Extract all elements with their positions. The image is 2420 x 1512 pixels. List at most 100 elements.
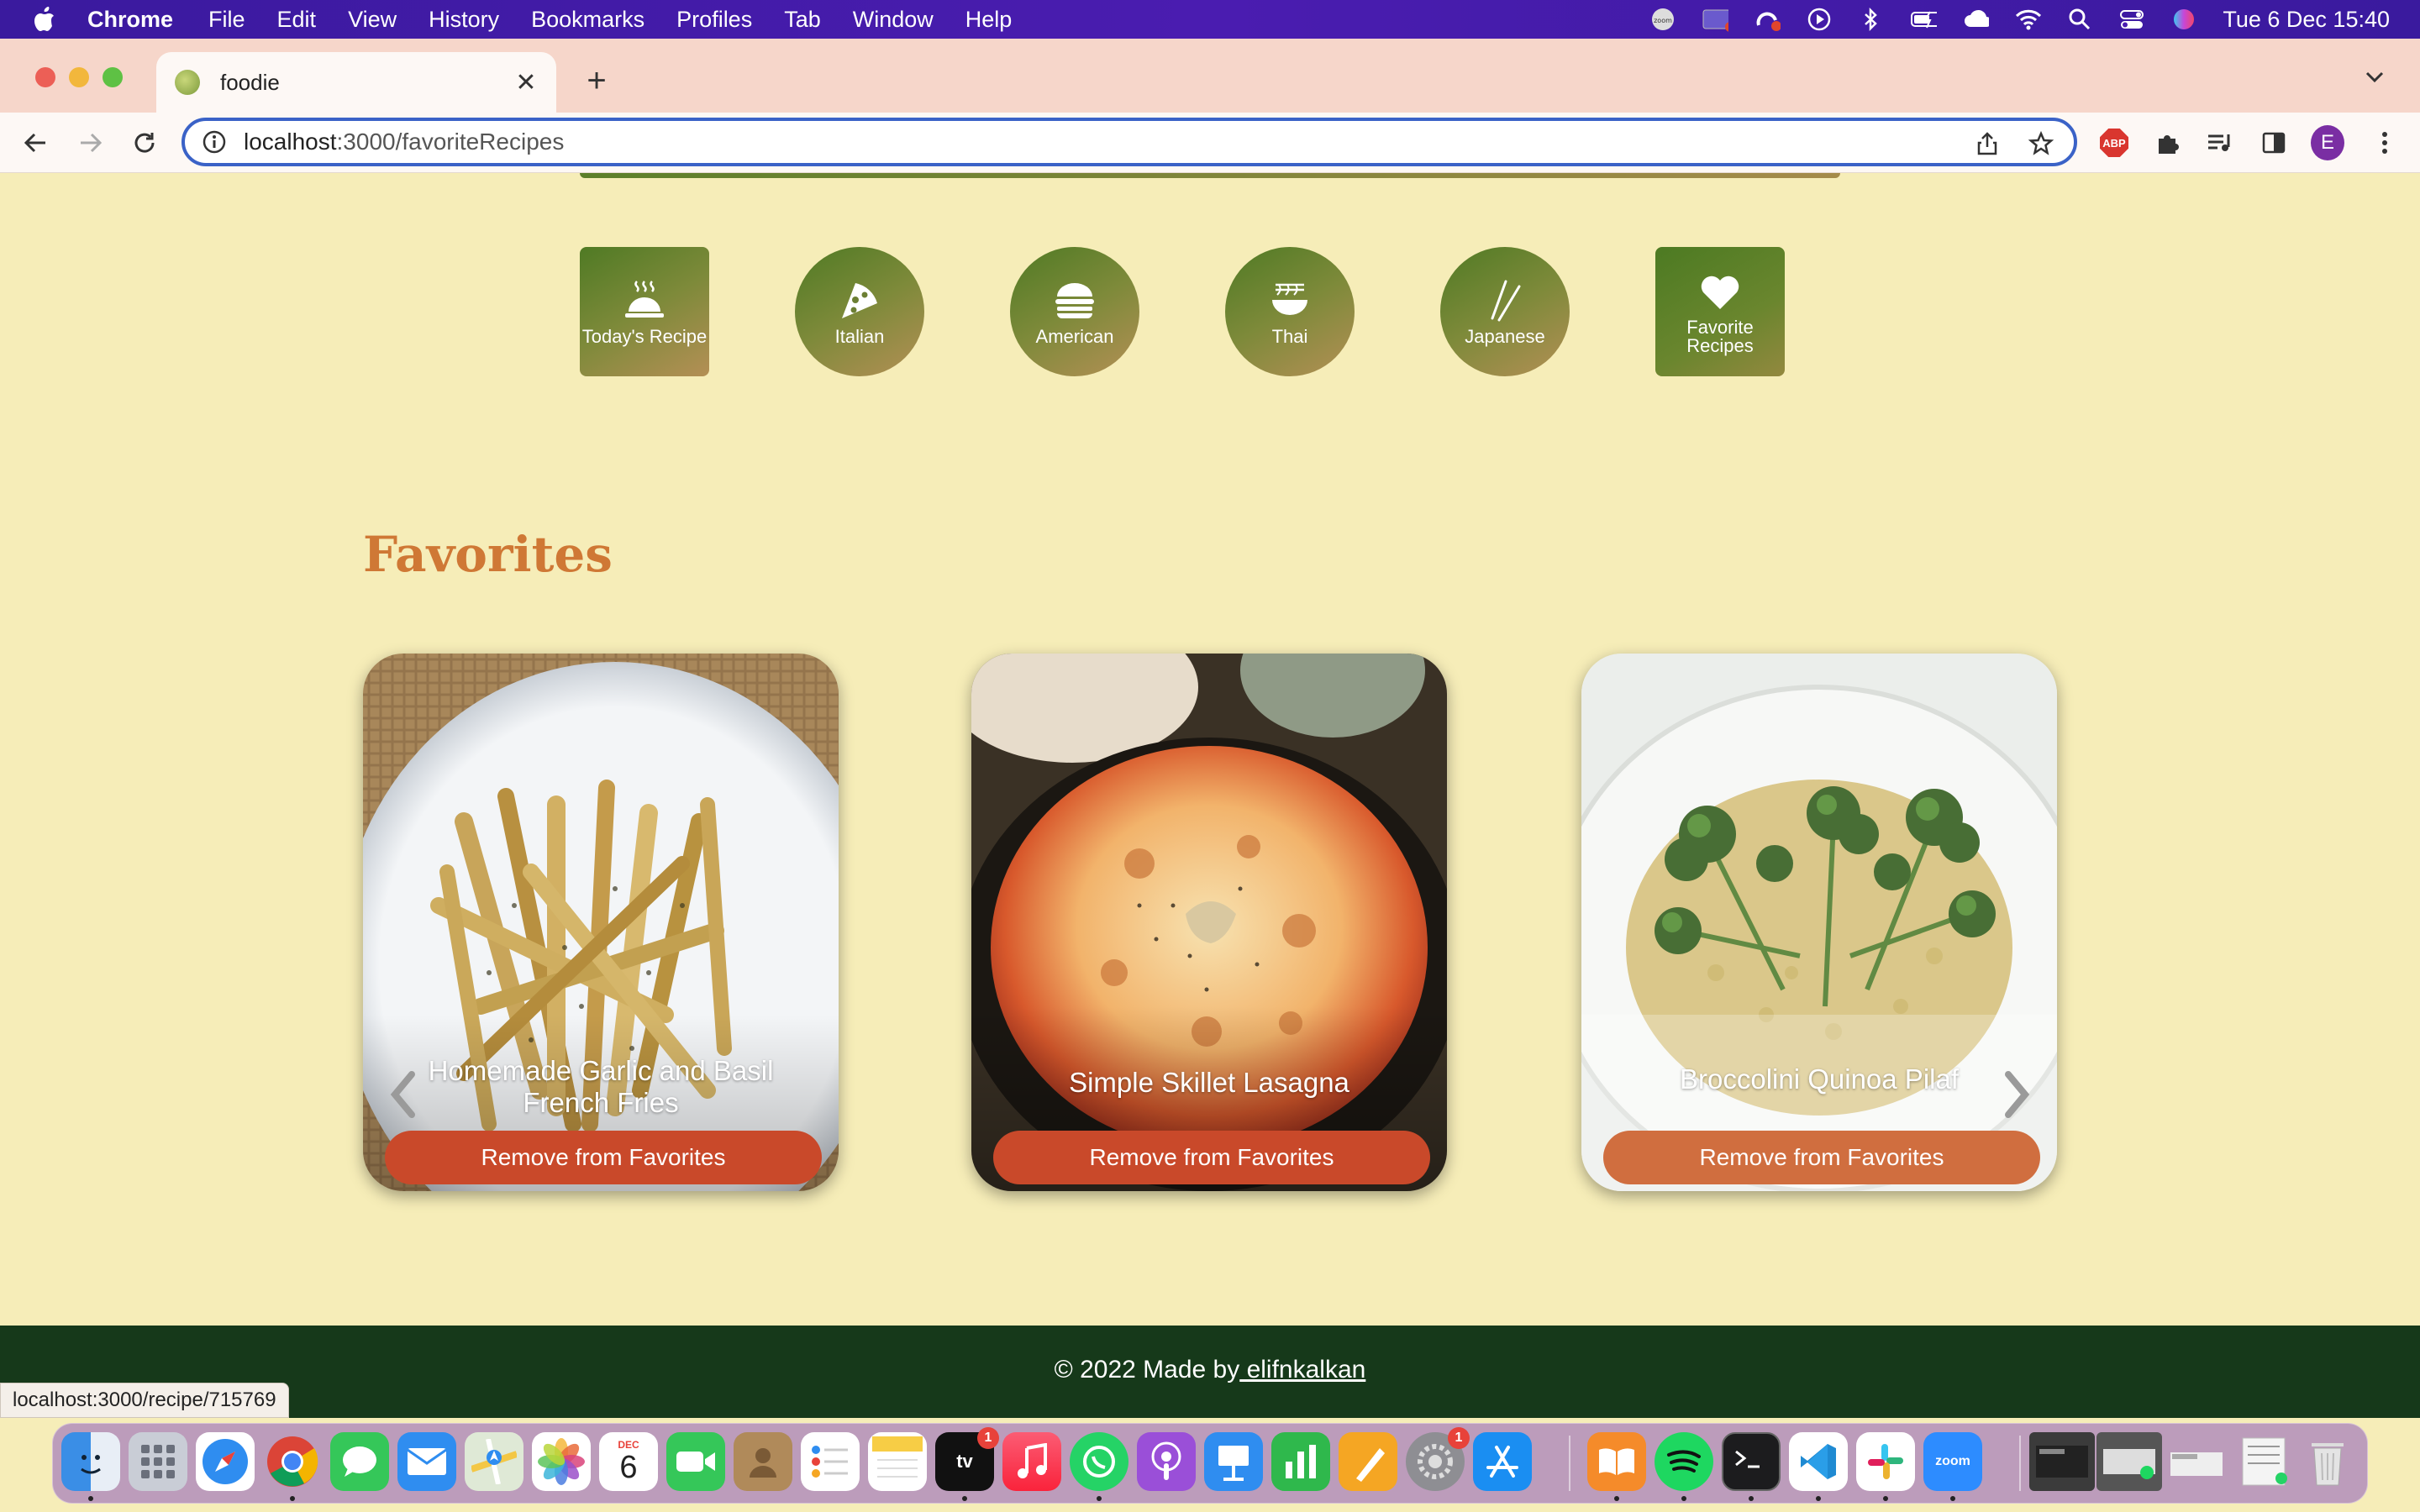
menu-window[interactable]: Window — [853, 7, 934, 33]
recipe-card-title[interactable]: Simple Skillet Lasagna — [997, 1067, 1422, 1099]
calendar-icon[interactable]: DEC 6 — [599, 1432, 658, 1491]
address-url[interactable]: localhost:3000/favoriteRecipes — [244, 129, 564, 155]
window-close-button[interactable] — [35, 67, 55, 87]
tab-search-chevron-icon[interactable] — [2361, 64, 2388, 91]
numbers-icon[interactable] — [1271, 1432, 1330, 1491]
recent-window-thumbnail-3[interactable] — [2164, 1432, 2229, 1491]
slack-icon[interactable] — [1856, 1432, 1915, 1491]
recent-window-thumbnail-2[interactable] — [2096, 1432, 2162, 1491]
vscode-icon[interactable] — [1789, 1432, 1848, 1491]
notes-icon[interactable] — [868, 1432, 927, 1491]
chrome-menu-kebab-icon[interactable] — [2368, 126, 2402, 160]
category-thai[interactable]: Thai — [1225, 247, 1355, 376]
safari-icon[interactable] — [196, 1432, 255, 1491]
category-american[interactable]: American — [1010, 247, 1139, 376]
spotify-icon[interactable] — [1655, 1432, 1713, 1491]
reminders-icon[interactable] — [801, 1432, 860, 1491]
chrome-icon[interactable] — [263, 1432, 322, 1491]
site-info-icon[interactable] — [202, 129, 227, 155]
category-japanese[interactable]: Japanese — [1440, 247, 1570, 376]
category-todays-recipe[interactable]: Today's Recipe — [580, 247, 709, 376]
system-preferences-icon[interactable]: 1 — [1406, 1427, 1470, 1491]
recipe-card-title[interactable]: Broccolini Quinoa Pilaf — [1607, 1063, 2032, 1095]
remove-from-favorites-button[interactable]: Remove from Favorites — [385, 1131, 822, 1184]
calendar-day: 6 — [619, 1450, 638, 1485]
profile-avatar[interactable]: E — [2311, 125, 2344, 160]
recipe-card[interactable]: Broccolini Quinoa Pilaf Remove from Favo… — [1581, 654, 2057, 1191]
wifi-icon[interactable] — [2014, 6, 2042, 33]
creative-cloud-icon[interactable] — [1754, 6, 1781, 33]
launchpad-icon[interactable] — [129, 1432, 187, 1491]
carousel-next-arrow-icon[interactable] — [1998, 1065, 2035, 1124]
music-icon[interactable] — [1002, 1432, 1061, 1491]
recipe-card-title[interactable]: Homemade Garlic and Basil French Fries — [388, 1055, 813, 1119]
menu-view[interactable]: View — [348, 7, 397, 33]
podcasts-icon[interactable] — [1137, 1432, 1196, 1491]
pages-icon[interactable] — [1339, 1432, 1397, 1491]
recipe-card[interactable]: Homemade Garlic and Basil French Fries R… — [363, 654, 839, 1191]
menu-profiles[interactable]: Profiles — [676, 7, 752, 33]
keynote-icon[interactable] — [1204, 1432, 1263, 1491]
share-icon[interactable] — [1973, 129, 2002, 158]
recent-window-thumbnail-1[interactable] — [2029, 1432, 2095, 1491]
recent-window-thumbnail-4[interactable] — [2231, 1432, 2296, 1491]
mail-icon[interactable] — [397, 1432, 456, 1491]
control-center-icon[interactable] — [2118, 6, 2145, 33]
new-tab-plus-icon[interactable]: + — [580, 62, 613, 99]
whatsapp-icon[interactable] — [1070, 1432, 1128, 1491]
apple-icon[interactable] — [32, 7, 57, 32]
burger-icon — [1051, 277, 1098, 324]
menu-history[interactable]: History — [429, 7, 499, 33]
category-italian[interactable]: Italian — [795, 247, 924, 376]
adblock-plus-icon[interactable]: ABP — [2097, 126, 2131, 160]
carousel-prev-arrow-icon[interactable] — [385, 1065, 422, 1124]
window-fullscreen-button[interactable] — [103, 67, 123, 87]
menu-tab[interactable]: Tab — [784, 7, 821, 33]
contacts-icon[interactable] — [734, 1432, 792, 1491]
menu-help[interactable]: Help — [965, 7, 1013, 33]
menu-edit[interactable]: Edit — [277, 7, 317, 33]
recipe-card[interactable]: Simple Skillet Lasagna Remove from Favor… — [971, 654, 1447, 1191]
menu-file[interactable]: File — [208, 7, 245, 33]
app-store-icon[interactable] — [1473, 1432, 1532, 1491]
terminal-icon[interactable] — [1722, 1432, 1781, 1491]
cloud-icon[interactable] — [1962, 6, 1990, 33]
books-icon[interactable] — [1587, 1432, 1646, 1491]
menu-bar-clock[interactable]: Tue 6 Dec 15:40 — [2223, 7, 2390, 33]
spotlight-search-icon[interactable] — [2066, 6, 2093, 33]
media-control-icon[interactable] — [2203, 126, 2237, 160]
extensions-puzzle-icon[interactable] — [2151, 126, 2185, 160]
apple-tv-icon[interactable]: tv 1 — [935, 1427, 999, 1491]
recording-icon[interactable] — [1702, 6, 1729, 33]
zoom-app-icon[interactable]: zoom — [1923, 1432, 1982, 1491]
browser-tab-active[interactable]: foodie ✕ — [156, 52, 556, 113]
remove-from-favorites-button[interactable]: Remove from Favorites — [1603, 1131, 2040, 1184]
macos-menu-bar: Chrome File Edit View History Bookmarks … — [0, 0, 2420, 39]
menu-bookmarks[interactable]: Bookmarks — [531, 7, 644, 33]
photos-icon[interactable] — [532, 1432, 591, 1491]
zoom-icon[interactable]: zoom — [1649, 6, 1676, 33]
bluetooth-icon[interactable] — [1858, 6, 1885, 33]
address-bar[interactable]: localhost:3000/favoriteRecipes — [182, 118, 2077, 166]
category-favorite-recipes[interactable]: Favorite Recipes — [1655, 247, 1785, 376]
forward-arrow-icon[interactable] — [74, 126, 108, 160]
menu-app-name[interactable]: Chrome — [87, 7, 173, 33]
maps-icon[interactable] — [465, 1432, 523, 1491]
battery-icon[interactable] — [1910, 6, 1938, 33]
side-panel-icon[interactable] — [2257, 126, 2291, 160]
messages-icon[interactable] — [330, 1432, 389, 1491]
facetime-icon[interactable] — [666, 1432, 725, 1491]
category-label: American — [1035, 326, 1114, 347]
reload-icon[interactable] — [128, 126, 161, 160]
finder-icon[interactable] — [61, 1432, 120, 1491]
category-nav: Today's Recipe Italian American Thai Jap… — [0, 247, 2420, 376]
siri-icon[interactable] — [2170, 6, 2197, 33]
author-link[interactable]: elifnkalkan — [1239, 1356, 1366, 1383]
remove-from-favorites-button[interactable]: Remove from Favorites — [993, 1131, 1430, 1184]
trash-icon[interactable] — [2298, 1432, 2357, 1491]
window-minimize-button[interactable] — [69, 67, 89, 87]
bookmark-star-icon[interactable] — [2027, 129, 2055, 158]
play-icon[interactable] — [1806, 6, 1833, 33]
back-arrow-icon[interactable] — [18, 126, 52, 160]
tab-close-icon[interactable]: ✕ — [513, 69, 539, 97]
